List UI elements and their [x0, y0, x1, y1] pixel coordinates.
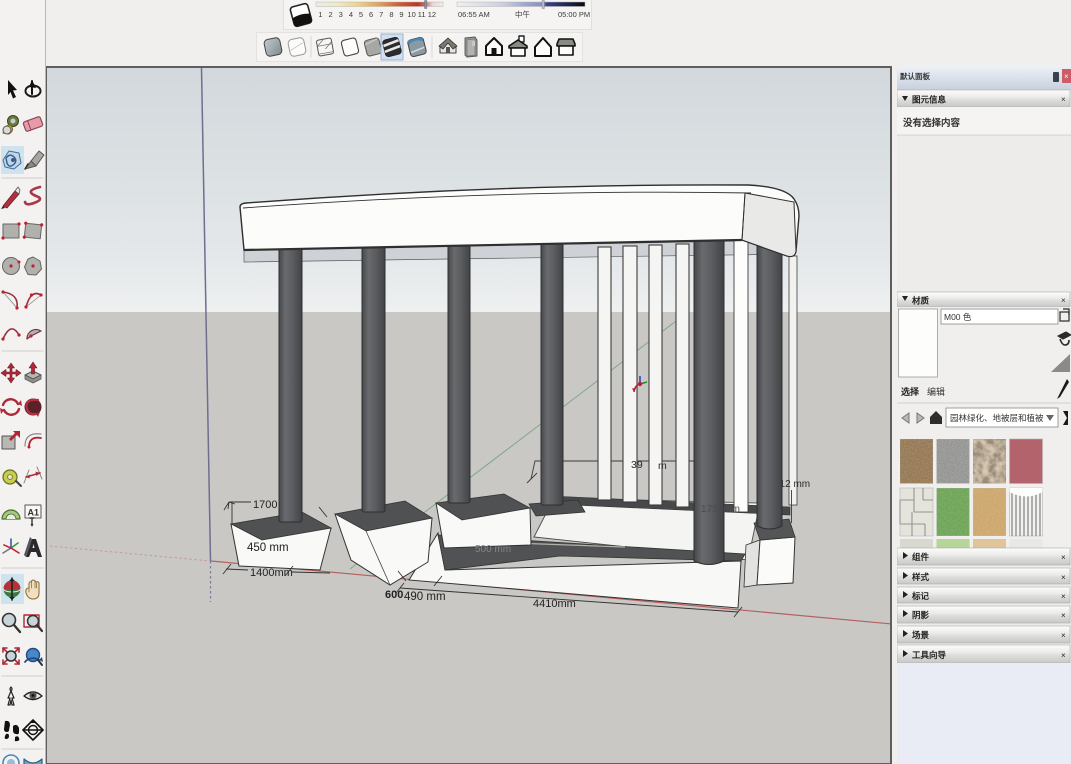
svg-text:×: ×	[1061, 651, 1066, 660]
svg-text:M00 色: M00 色	[944, 312, 972, 322]
svg-text:11: 11	[418, 10, 426, 19]
svg-text:×: ×	[1061, 592, 1066, 601]
svg-text:默认面板: 默认面板	[900, 71, 930, 81]
svg-text:1400mm: 1400mm	[250, 567, 293, 579]
svg-text:7: 7	[379, 10, 383, 19]
svg-text:中午: 中午	[515, 9, 530, 19]
svg-text:×: ×	[1061, 95, 1066, 104]
svg-text:图元信息: 图元信息	[912, 95, 947, 105]
svg-text:A1: A1	[28, 508, 40, 518]
svg-text:×: ×	[1061, 611, 1066, 620]
svg-text:选择: 选择	[901, 386, 920, 397]
svg-text:×: ×	[1061, 296, 1066, 305]
svg-text:没有选择内容: 没有选择内容	[903, 117, 961, 129]
svg-text:组件: 组件	[912, 552, 930, 562]
svg-text:材质: 材质	[911, 296, 930, 306]
svg-text:工具向导: 工具向导	[912, 650, 947, 660]
svg-text:39: 39	[631, 459, 643, 471]
svg-text:1: 1	[318, 10, 322, 19]
svg-text:05:00 PM: 05:00 PM	[558, 10, 590, 19]
svg-text:10: 10	[407, 10, 415, 19]
svg-text:1750mm: 1750mm	[701, 504, 740, 515]
svg-text:×: ×	[1064, 72, 1069, 81]
svg-text:06:55 AM: 06:55 AM	[458, 10, 490, 19]
svg-text:×: ×	[1061, 553, 1066, 562]
svg-text:标记: 标记	[911, 591, 930, 601]
svg-text:8: 8	[389, 10, 393, 19]
svg-text:1700: 1700	[253, 499, 277, 511]
svg-text:4: 4	[349, 10, 353, 19]
svg-text:12: 12	[428, 10, 436, 19]
svg-text:490 mm: 490 mm	[404, 591, 446, 603]
svg-text:3: 3	[339, 10, 343, 19]
svg-text:5: 5	[359, 10, 363, 19]
svg-text:场景: 场景	[912, 630, 930, 640]
svg-text:600: 600	[385, 589, 403, 601]
svg-text:m: m	[658, 460, 667, 472]
svg-text:阴影: 阴影	[912, 610, 930, 620]
svg-text:园林绿化、地被层和植被: 园林绿化、地被层和植被	[950, 413, 1044, 423]
svg-text:9: 9	[399, 10, 403, 19]
svg-text:×: ×	[1061, 573, 1066, 582]
svg-text:450 mm: 450 mm	[247, 542, 289, 554]
svg-text:×: ×	[1061, 631, 1066, 640]
svg-text:样式: 样式	[912, 572, 930, 582]
svg-text:4410mm: 4410mm	[533, 598, 576, 610]
svg-text:编辑: 编辑	[927, 386, 945, 397]
svg-text:2: 2	[329, 10, 333, 19]
svg-text:500 mm: 500 mm	[475, 544, 511, 555]
svg-text:6: 6	[369, 10, 373, 19]
